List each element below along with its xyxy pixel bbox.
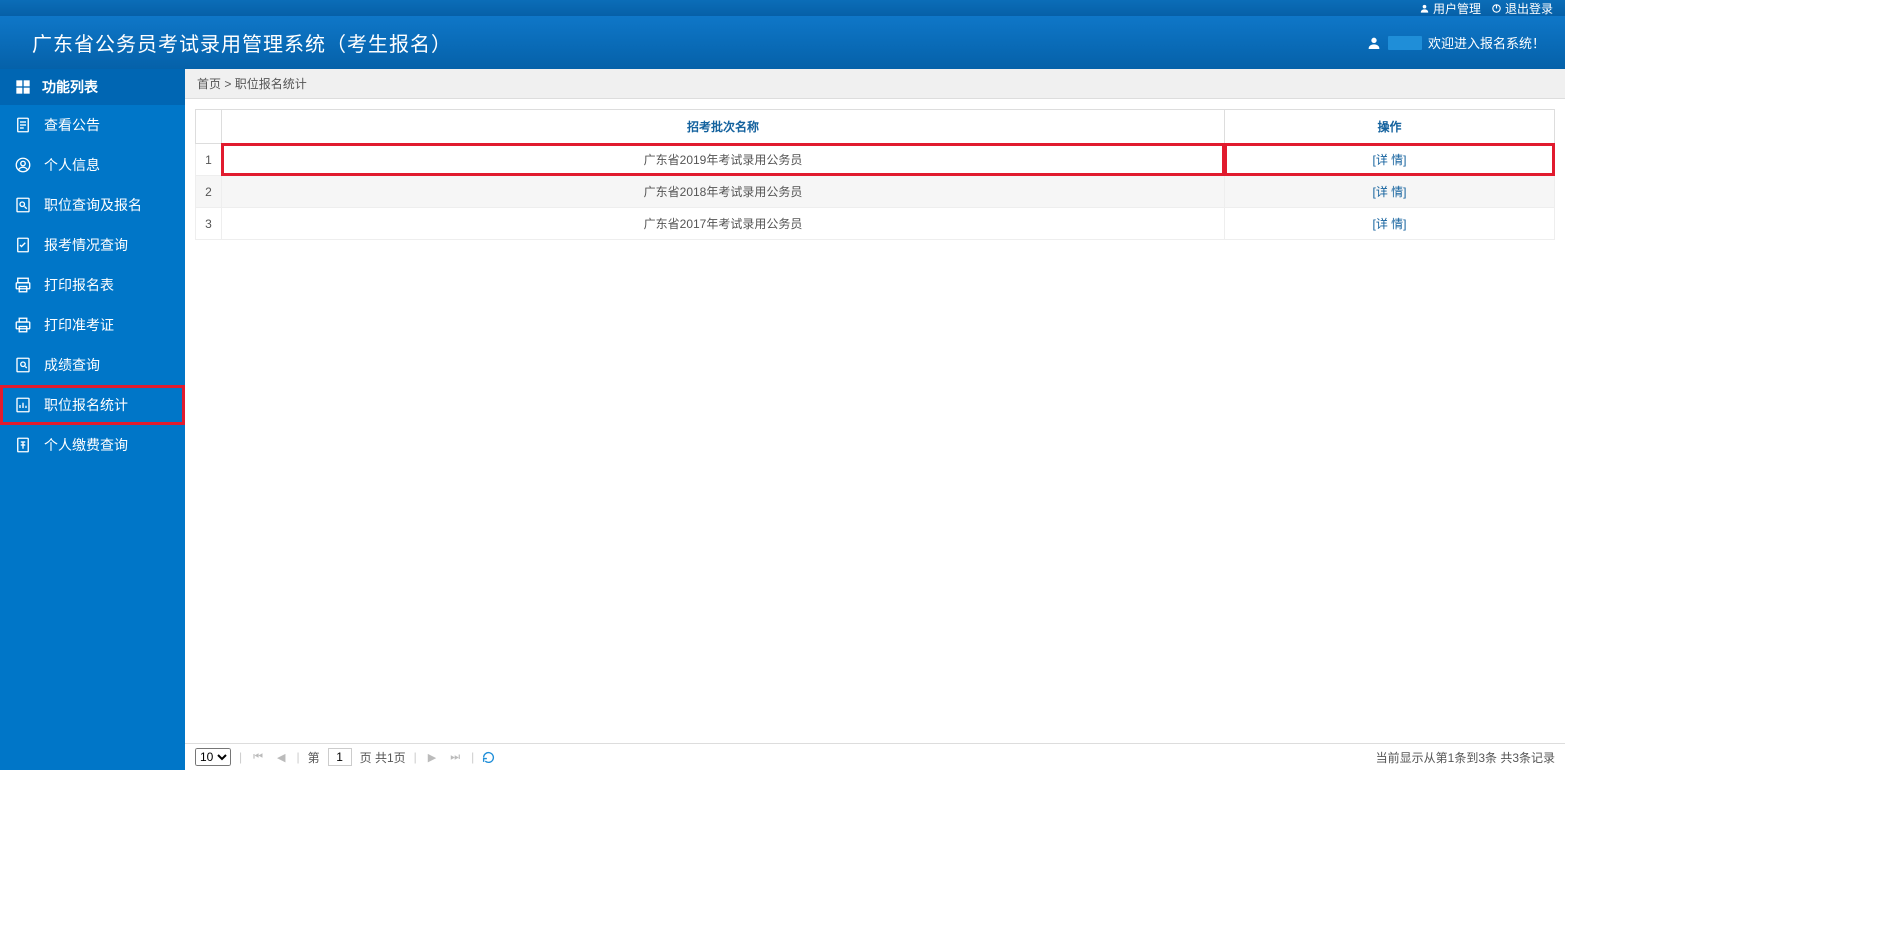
user-icon <box>14 156 32 174</box>
page-label-prefix: 第 <box>308 749 320 766</box>
first-page-button[interactable]: ⏮ <box>250 751 266 764</box>
breadcrumb: 首页 > 职位报名统计 <box>185 69 1565 99</box>
sidebar-item-label: 打印报名表 <box>44 275 114 295</box>
fee-icon <box>14 436 32 454</box>
table-row: 1 广东省2019年考试录用公务员 [详 情] <box>196 144 1555 176</box>
sidebar-item-user[interactable]: 个人信息 <box>0 145 185 185</box>
search-doc-icon <box>14 196 32 214</box>
sidebar-item-label: 查看公告 <box>44 115 100 135</box>
power-icon <box>1491 3 1502 14</box>
sidebar-item-label: 职位报名统计 <box>44 395 128 415</box>
file-icon <box>14 116 32 134</box>
sidebar-item-label: 打印准考证 <box>44 315 114 335</box>
sidebar-item-label: 报考情况查询 <box>44 235 128 255</box>
prev-page-button[interactable]: ◀ <box>274 751 288 764</box>
detail-link[interactable]: [详 情] <box>1372 153 1406 167</box>
row-name: 广东省2018年考试录用公务员 <box>222 176 1225 208</box>
pager: 10 | ⏮ ◀ | 第 页 共1页 | ▶ ⏭ | <box>195 748 495 766</box>
avatar-icon <box>1366 35 1382 51</box>
sidebar-item-label: 个人缴费查询 <box>44 435 128 455</box>
sidebar-item-label: 职位查询及报名 <box>44 195 142 215</box>
print-form-icon <box>14 276 32 294</box>
sidebar-item-stats[interactable]: 职位报名统计 <box>0 385 185 425</box>
breadcrumb-sep: > <box>224 77 231 91</box>
logout-link[interactable]: 退出登录 <box>1491 0 1553 17</box>
grid-icon <box>14 78 32 96</box>
header-right: 欢迎进入报名系统！ <box>1366 33 1545 52</box>
col-idx <box>196 110 222 144</box>
col-action: 操作 <box>1225 110 1555 144</box>
row-action: [详 情] <box>1225 144 1555 176</box>
user-icon <box>1419 3 1430 14</box>
pager-summary: 当前显示从第1条到3条 共3条记录 <box>1376 749 1555 766</box>
sidebar-item-file[interactable]: 查看公告 <box>0 105 185 145</box>
system-title: 广东省公务员考试录用管理系统（考生报名） <box>32 28 452 57</box>
sidebar-item-score[interactable]: 成绩查询 <box>0 345 185 385</box>
sidebar-item-label: 个人信息 <box>44 155 100 175</box>
status-doc-icon <box>14 236 32 254</box>
pager-sep: | <box>239 750 242 764</box>
refresh-button[interactable] <box>482 751 495 764</box>
page-number-input[interactable] <box>328 748 352 766</box>
sidebar-item-label: 成绩查询 <box>44 355 100 375</box>
detail-link[interactable]: [详 情] <box>1372 217 1406 231</box>
sidebar-item-search-doc[interactable]: 职位查询及报名 <box>0 185 185 225</box>
row-action: [详 情] <box>1225 176 1555 208</box>
score-icon <box>14 356 32 374</box>
footer: 10 | ⏮ ◀ | 第 页 共1页 | ▶ ⏭ | 当前显示从第1条到3条 共… <box>185 743 1565 770</box>
detail-link[interactable]: [详 情] <box>1372 185 1406 199</box>
pager-sep: | <box>471 750 474 764</box>
last-page-button[interactable]: ⏭ <box>447 751 463 764</box>
table-row: 2 广东省2018年考试录用公务员 [详 情] <box>196 176 1555 208</box>
row-index: 2 <box>196 176 222 208</box>
user-badge <box>1388 36 1422 50</box>
sidebar-item-print-cert[interactable]: 打印准考证 <box>0 305 185 345</box>
breadcrumb-home[interactable]: 首页 <box>197 77 221 91</box>
pager-sep: | <box>297 750 300 764</box>
top-bar: 用户管理 退出登录 <box>0 0 1565 16</box>
stats-icon <box>14 396 32 414</box>
header: 广东省公务员考试录用管理系统（考生报名） 欢迎进入报名系统！ <box>0 16 1565 69</box>
sidebar-header: 功能列表 <box>0 69 185 105</box>
page-size-select[interactable]: 10 <box>195 748 231 766</box>
table-row: 3 广东省2017年考试录用公务员 [详 情] <box>196 208 1555 240</box>
sidebar: 功能列表 查看公告个人信息职位查询及报名报考情况查询打印报名表打印准考证成绩查询… <box>0 69 185 770</box>
row-name: 广东省2017年考试录用公务员 <box>222 208 1225 240</box>
welcome-text: 欢迎进入报名系统！ <box>1428 33 1545 52</box>
logout-label: 退出登录 <box>1505 0 1553 17</box>
row-name: 广东省2019年考试录用公务员 <box>222 144 1225 176</box>
col-name: 招考批次名称 <box>222 110 1225 144</box>
row-index: 3 <box>196 208 222 240</box>
user-management-link[interactable]: 用户管理 <box>1419 0 1481 17</box>
sidebar-header-label: 功能列表 <box>42 77 98 97</box>
batch-table: 招考批次名称 操作 1 广东省2019年考试录用公务员 [详 情] 2 广东省2… <box>195 109 1555 240</box>
row-action: [详 情] <box>1225 208 1555 240</box>
next-page-button[interactable]: ▶ <box>425 751 439 764</box>
sidebar-item-fee[interactable]: 个人缴费查询 <box>0 425 185 465</box>
pager-sep: | <box>414 750 417 764</box>
breadcrumb-current: 职位报名统计 <box>235 77 307 91</box>
user-management-label: 用户管理 <box>1433 0 1481 17</box>
content: 招考批次名称 操作 1 广东省2019年考试录用公务员 [详 情] 2 广东省2… <box>185 99 1565 743</box>
print-cert-icon <box>14 316 32 334</box>
row-index: 1 <box>196 144 222 176</box>
sidebar-item-print-form[interactable]: 打印报名表 <box>0 265 185 305</box>
page-label-suffix: 页 共1页 <box>360 749 406 766</box>
main: 首页 > 职位报名统计 招考批次名称 操作 1 广东省2019年考试录用公务员 … <box>185 69 1565 770</box>
sidebar-item-status-doc[interactable]: 报考情况查询 <box>0 225 185 265</box>
